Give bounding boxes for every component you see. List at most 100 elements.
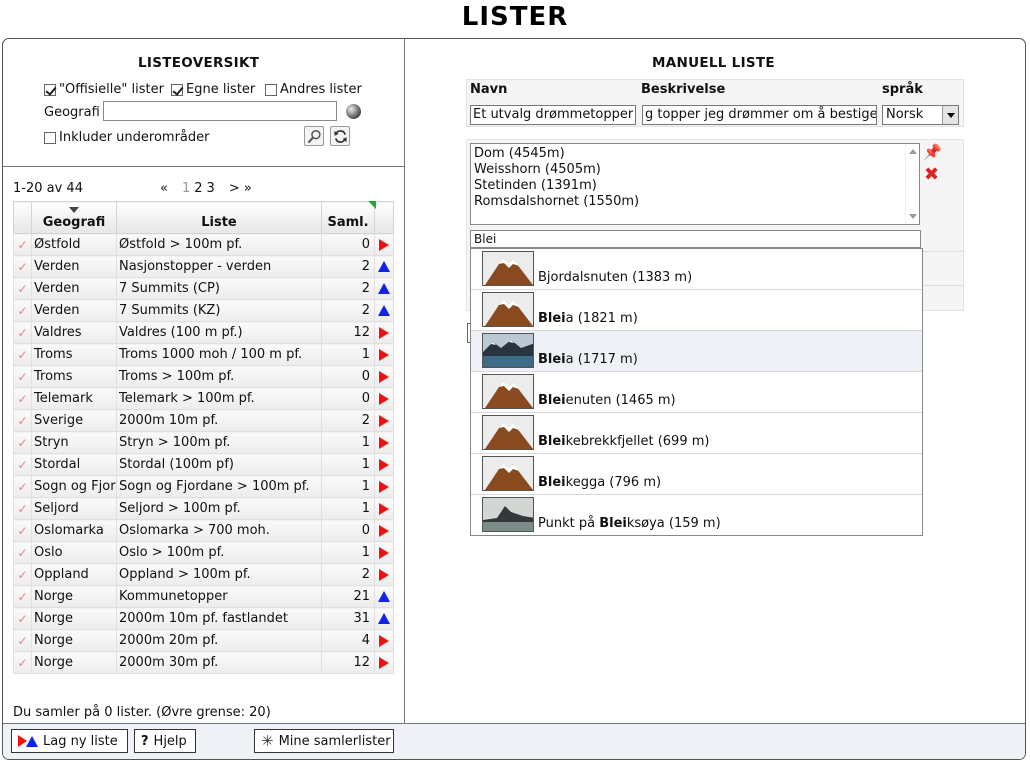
description-field[interactable]: g topper jeg drømmer om å bestige: [642, 105, 877, 125]
check-mark-icon[interactable]: ✓: [13, 365, 32, 388]
red-triangle-icon[interactable]: [374, 453, 394, 476]
table-row[interactable]: ✓Sogn og FjordaneSogn og Fjordane > 100m…: [13, 475, 394, 498]
row-list[interactable]: Oppland > 100m pf.: [116, 563, 322, 586]
filter-own[interactable]: Egne lister: [171, 82, 255, 97]
official-checkbox[interactable]: [44, 83, 56, 96]
scroll-down-icon[interactable]: [909, 214, 917, 219]
red-triangle-icon[interactable]: [374, 651, 394, 674]
table-row[interactable]: ✓ Troms Troms > 100m pf. 0: [13, 365, 394, 388]
table-row[interactable]: ✓ Troms Troms 1000 moh / 100 m pf. 1: [13, 343, 394, 366]
red-triangle-icon[interactable]: [374, 497, 394, 520]
red-triangle-icon[interactable]: [374, 431, 394, 454]
table-row[interactable]: ✓ Norge Kommunetopper 21: [13, 585, 394, 608]
red-triangle-icon[interactable]: [374, 365, 394, 388]
table-row[interactable]: ✓ Verden Nasjonstopper - verden 2: [13, 255, 394, 278]
row-geo[interactable]: Norge: [31, 607, 117, 630]
check-mark-icon[interactable]: ✓: [13, 431, 32, 454]
check-mark-icon[interactable]: ✓: [13, 343, 32, 366]
pager-prev[interactable]: «: [160, 181, 168, 196]
pager-page-2[interactable]: 2: [194, 181, 202, 196]
red-triangle-icon[interactable]: [374, 321, 394, 344]
red-triangle-icon[interactable]: [374, 343, 394, 366]
table-row[interactable]: ✓ Valdres Valdres (100 m pf.) 12: [13, 321, 394, 344]
check-mark-icon[interactable]: ✓: [13, 497, 32, 520]
refresh-button[interactable]: [330, 126, 350, 146]
row-geo[interactable]: Telemark: [31, 387, 117, 410]
row-list[interactable]: Nasjonstopper - verden: [116, 255, 322, 278]
check-mark-icon[interactable]: ✓: [13, 585, 32, 608]
table-row[interactable]: ✓ Norge 2000m 10m pf. fastlandet 31: [13, 607, 394, 630]
filter-include-sub[interactable]: Inkluder underområder: [44, 130, 210, 145]
header-list[interactable]: Liste: [116, 201, 322, 234]
others-checkbox[interactable]: [265, 83, 277, 96]
table-row[interactable]: ✓ Verden 7 Summits (CP) 2: [13, 277, 394, 300]
suggestion-item[interactable]: Bleia (1717 m): [471, 331, 922, 372]
row-geo[interactable]: Troms: [31, 365, 117, 388]
include-sub-checkbox[interactable]: [44, 131, 56, 144]
delete-icon[interactable]: ✖: [924, 164, 939, 185]
list-entries-textarea[interactable]: Dom (4545m) Weisshorn (4505m) Stetinden …: [470, 143, 920, 225]
row-geo[interactable]: Troms: [31, 343, 117, 366]
pager-page-3[interactable]: 3: [207, 181, 215, 196]
row-geo[interactable]: Oslomarka: [31, 519, 117, 542]
row-list[interactable]: Troms 1000 moh / 100 m pf.: [116, 343, 322, 366]
row-geo[interactable]: Valdres: [31, 321, 117, 344]
row-list[interactable]: 7 Summits (CP): [116, 277, 322, 300]
row-geo[interactable]: Stordal: [31, 453, 117, 476]
row-list[interactable]: Stryn > 100m pf.: [116, 431, 322, 454]
table-row[interactable]: ✓ Telemark Telemark > 100m pf. 0: [13, 387, 394, 410]
check-mark-icon[interactable]: ✓: [13, 233, 32, 256]
suggestion-item[interactable]: Bleikegga (796 m): [471, 454, 922, 495]
name-field[interactable]: Et utvalg drømmetopper: [470, 105, 636, 125]
check-mark-icon[interactable]: ✓: [13, 387, 32, 410]
suggestion-item[interactable]: Bjordalsnuten (1383 m): [471, 249, 922, 290]
filter-official[interactable]: "Offisielle" lister: [44, 82, 164, 97]
table-row[interactable]: ✓ Norge 2000m 30m pf. 12: [13, 651, 394, 674]
row-list[interactable]: Kommunetopper: [116, 585, 322, 608]
geo-input[interactable]: [103, 101, 337, 121]
table-row[interactable]: ✓ Østfold Østfold > 100m pf. 0: [13, 233, 394, 256]
header-geo[interactable]: Geografi: [31, 201, 117, 234]
check-mark-icon[interactable]: ✓: [13, 651, 32, 674]
row-geo[interactable]: Norge: [31, 629, 117, 652]
row-list[interactable]: Stordal (100m pf): [116, 453, 322, 476]
row-geo[interactable]: Norge: [31, 651, 117, 674]
table-row[interactable]: ✓ Stordal Stordal (100m pf) 1: [13, 453, 394, 476]
globe-icon[interactable]: [346, 104, 361, 119]
red-triangle-icon[interactable]: [374, 233, 394, 256]
row-list[interactable]: Østfold > 100m pf.: [116, 233, 322, 256]
check-mark-icon[interactable]: ✓: [13, 475, 32, 498]
pin-icon[interactable]: 📌: [923, 143, 942, 161]
blue-triangle-icon[interactable]: [374, 299, 394, 322]
row-geo[interactable]: Seljord: [31, 497, 117, 520]
row-list[interactable]: 2000m 30m pf.: [116, 651, 322, 674]
search-button[interactable]: [304, 126, 324, 146]
red-triangle-icon[interactable]: [374, 629, 394, 652]
row-geo[interactable]: Sogn og Fjordane: [31, 475, 117, 498]
check-mark-icon[interactable]: ✓: [13, 629, 32, 652]
row-geo[interactable]: Stryn: [31, 431, 117, 454]
table-row[interactable]: ✓ Verden 7 Summits (KZ) 2: [13, 299, 394, 322]
row-list[interactable]: Seljord > 100m pf.: [116, 497, 322, 520]
row-geo[interactable]: Verden: [31, 299, 117, 322]
row-geo[interactable]: Norge: [31, 585, 117, 608]
pager-next[interactable]: > »: [229, 181, 252, 196]
header-count[interactable]: Saml.: [321, 201, 375, 234]
chevron-down-icon[interactable]: [942, 106, 958, 124]
check-mark-icon[interactable]: ✓: [13, 409, 32, 432]
my-lists-button[interactable]: ✳ Mine samlerlister: [254, 729, 394, 753]
check-mark-icon[interactable]: ✓: [13, 519, 32, 542]
red-triangle-icon[interactable]: [374, 519, 394, 542]
suggestion-item[interactable]: Bleia (1821 m): [471, 290, 922, 331]
row-geo[interactable]: Verden: [31, 277, 117, 300]
red-triangle-icon[interactable]: [374, 541, 394, 564]
check-mark-icon[interactable]: ✓: [13, 563, 32, 586]
table-row[interactable]: ✓ Seljord Seljord > 100m pf. 1: [13, 497, 394, 520]
row-geo[interactable]: Østfold: [31, 233, 117, 256]
check-mark-icon[interactable]: ✓: [13, 321, 32, 344]
scroll-up-icon[interactable]: [909, 149, 917, 154]
blue-triangle-icon[interactable]: [374, 585, 394, 608]
red-triangle-icon[interactable]: [374, 387, 394, 410]
blue-triangle-icon[interactable]: [374, 255, 394, 278]
check-mark-icon[interactable]: ✓: [13, 607, 32, 630]
